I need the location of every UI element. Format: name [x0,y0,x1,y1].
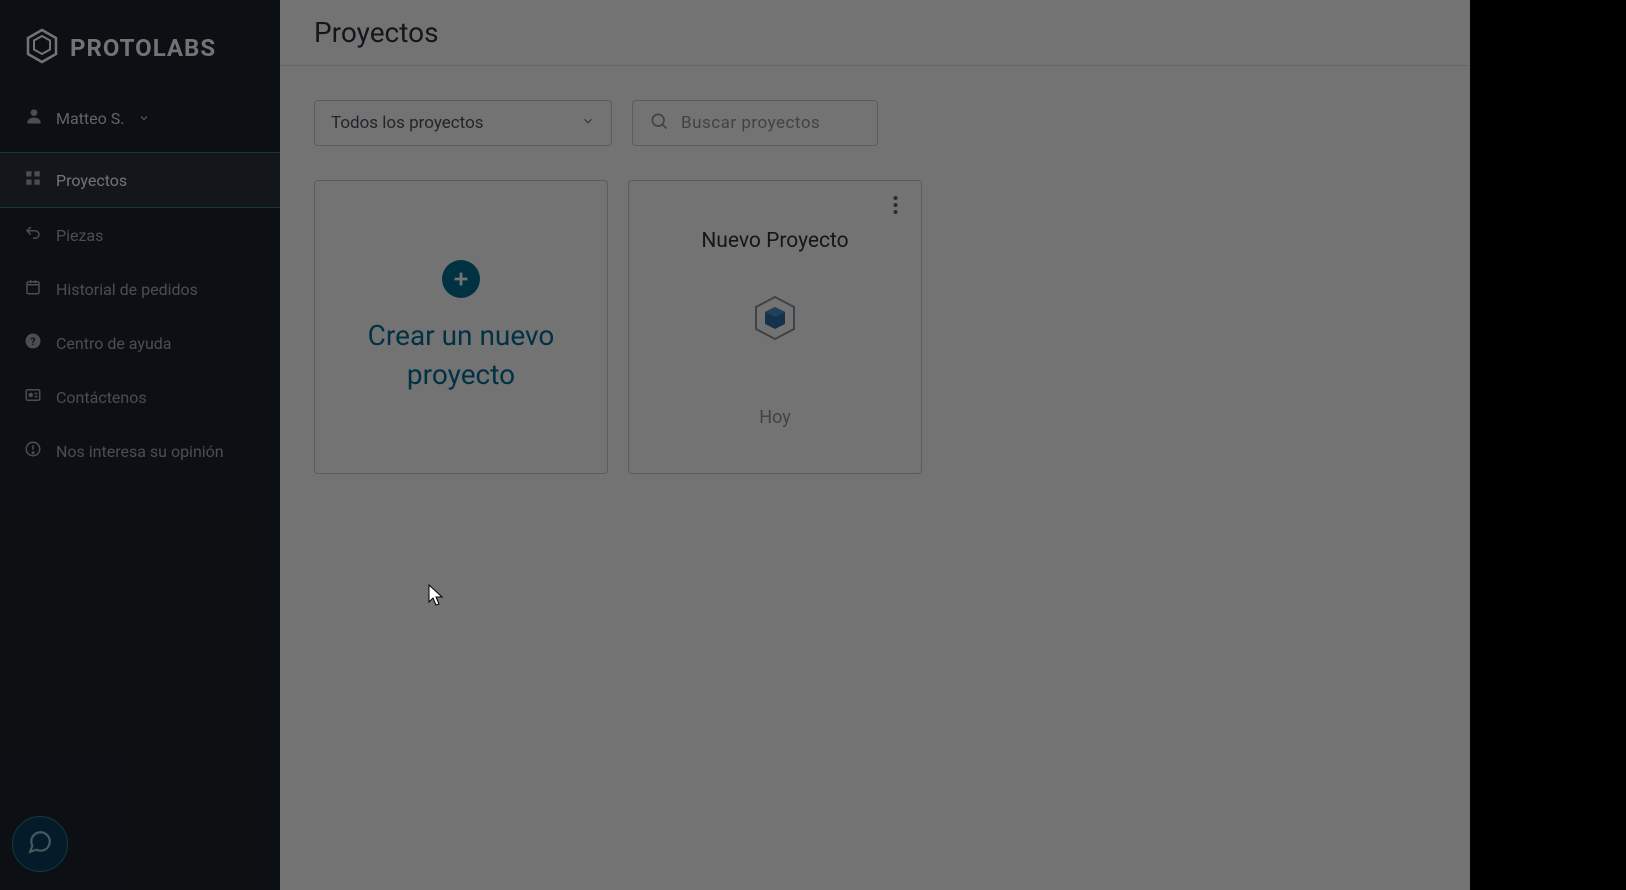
contact-icon [24,386,42,408]
sidebar-item-contactenos[interactable]: Contáctenos [0,370,280,424]
create-project-label: Crear un nuevo proyecto [315,316,607,394]
history-icon [24,278,42,300]
more-vertical-icon [893,195,898,219]
user-menu[interactable]: Matteo S. [0,92,280,144]
chevron-down-icon [581,113,595,133]
project-title: Nuevo Proyecto [701,229,848,253]
add-icon [442,260,480,298]
sidebar: PROTOLABS Matteo S. Proyectos P [0,0,280,890]
svg-text:?: ? [30,335,35,348]
window-dead-area [1470,0,1626,890]
brand-logo[interactable]: PROTOLABS [0,18,280,92]
sidebar-item-label: Centro de ayuda [56,334,172,353]
filter-dropdown[interactable]: Todos los proyectos [314,100,612,146]
project-card-menu[interactable] [881,193,909,221]
sidebar-item-label: Proyectos [56,171,127,190]
sidebar-item-ayuda[interactable]: ? Centro de ayuda [0,316,280,370]
feedback-icon [24,440,42,462]
page-header: Proyectos [280,0,1626,66]
sidebar-item-label: Historial de pedidos [56,280,198,299]
sidebar-item-proyectos[interactable]: Proyectos [0,152,280,208]
sidebar-nav: Proyectos Piezas Historial de pedidos ? … [0,152,280,478]
project-cards: Crear un nuevo proyecto Nuevo Proyecto [314,180,1592,474]
help-icon: ? [24,332,42,354]
app-root: PROTOLABS Matteo S. Proyectos P [0,0,1626,890]
search-box[interactable] [632,100,878,146]
brand-name: PROTOLABS [70,34,216,62]
project-date: Hoy [759,407,791,428]
sidebar-item-label: Nos interesa su opinión [56,442,224,461]
grid-icon [24,169,42,191]
chevron-down-icon [138,109,150,128]
sidebar-item-label: Contáctenos [56,388,147,407]
protolabs-icon [24,28,60,68]
controls-row: Todos los proyectos [314,100,1592,146]
content-area: Todos los proyectos Cre [280,66,1626,508]
sidebar-item-piezas[interactable]: Piezas [0,208,280,262]
user-avatar-icon [24,106,44,130]
page-title: Proyectos [314,16,439,49]
search-input[interactable] [681,113,861,133]
sidebar-item-feedback[interactable]: Nos interesa su opinión [0,424,280,478]
sidebar-item-historial[interactable]: Historial de pedidos [0,262,280,316]
project-card[interactable]: Nuevo Proyecto Hoy [628,180,922,474]
main-content: Proyectos Todos los proyectos [280,0,1626,890]
chat-icon [27,829,53,859]
filter-selected-label: Todos los proyectos [331,113,484,133]
user-display-name: Matteo S. [56,109,124,128]
undo-icon [24,224,42,246]
project-thumbnail [750,293,800,343]
create-project-card[interactable]: Crear un nuevo proyecto [314,180,608,474]
search-icon [649,111,669,136]
chat-fab[interactable] [12,816,68,872]
sidebar-item-label: Piezas [56,226,103,245]
